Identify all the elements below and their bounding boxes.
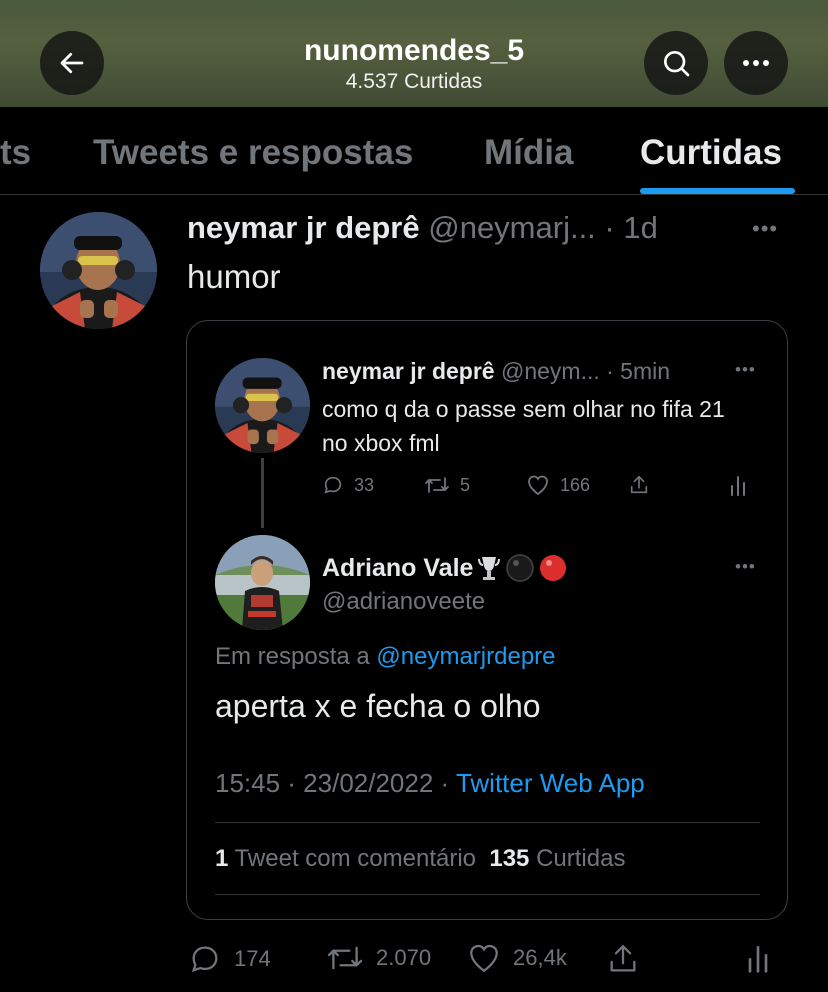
quoted-handle-time: @neym... · 5min [500, 358, 671, 384]
analytics-button[interactable] [746, 942, 770, 974]
divider [215, 894, 760, 895]
likes-stat-count[interactable]: 135 [489, 845, 529, 872]
reply-count: 33 [354, 474, 375, 495]
thread-line [261, 458, 264, 528]
reply-handle[interactable]: @adrianoveete [322, 588, 485, 616]
reply-author-name: Adriano Vale [322, 553, 474, 582]
reply-text: aperta x e fecha o olho [215, 688, 541, 724]
tab-media[interactable]: Mídia [484, 133, 573, 173]
quote-tweet-count[interactable]: 1 [215, 845, 228, 872]
retweet-icon [425, 477, 449, 493]
profile-header: nunomendes_5 4.537 Curtidas [0, 0, 828, 107]
heart-icon [528, 475, 548, 496]
reply-avatar[interactable] [215, 535, 310, 630]
quoted-analytics-button[interactable] [729, 474, 747, 496]
analytics-icon [748, 946, 768, 973]
trophy-icon [478, 557, 501, 580]
timestamp: 15:45 · 23/02/2022 · [215, 768, 456, 798]
tab-tweets[interactable]: ts [0, 133, 31, 173]
quoted-avatar[interactable] [215, 358, 310, 453]
tweet-meta: 15:45 · 23/02/2022 · Twitter Web App [215, 768, 645, 799]
tweet-more-icon[interactable]: ••• [752, 216, 778, 242]
quoted-retweet-button[interactable]: 5 [424, 474, 470, 496]
quoted-reply-button[interactable]: 33 [322, 474, 374, 496]
active-tab-indicator [640, 188, 795, 194]
quoted-share-button[interactable] [628, 474, 650, 496]
more-options-button[interactable] [724, 31, 788, 95]
retweet-count: 5 [460, 474, 471, 495]
reply-author[interactable]: Adriano Vale [322, 553, 568, 583]
search-button[interactable] [644, 31, 708, 95]
red-circle-icon [540, 555, 567, 581]
reply-button[interactable]: 174 [188, 942, 271, 976]
search-icon [664, 51, 690, 77]
quoted-text: como q da o passe sem olhar no fifa 21 n… [322, 396, 725, 456]
author-handle-time: @neymarj... · 1d [428, 210, 658, 245]
reply-count: 174 [234, 946, 271, 971]
likes-stat-label: Curtidas [529, 845, 626, 872]
quoted-author[interactable]: neymar jr deprê @neym... · 5min [322, 358, 670, 385]
like-count: 26,4k [513, 945, 567, 970]
source-app-link[interactable]: Twitter Web App [456, 768, 645, 798]
avatar[interactable] [40, 212, 157, 329]
mention-link[interactable]: @neymarjrdepre [376, 643, 555, 670]
quoted-author-name: neymar jr deprê [322, 358, 495, 384]
quote-tweet-label: Tweet com comentário [228, 845, 490, 872]
tweet-author[interactable]: neymar jr deprê @neymarj... · 1d [187, 210, 658, 246]
like-count: 166 [560, 474, 591, 495]
author-name: neymar jr deprê [187, 210, 420, 245]
reply-context: Em resposta a @neymarjrdepre [215, 643, 556, 671]
share-icon [630, 475, 648, 494]
reply-icon [191, 946, 218, 973]
quoted-more-icon[interactable]: ••• [735, 360, 756, 380]
more-icon [743, 60, 769, 66]
tweet-stats: 1 Tweet com comentário 135 Curtidas [215, 845, 625, 873]
reply-prefix: Em resposta a [215, 643, 370, 670]
heart-icon [470, 944, 498, 973]
retweet-count: 2.070 [376, 945, 432, 970]
share-icon [610, 945, 636, 972]
reply-more-icon[interactable]: ••• [735, 557, 756, 577]
tab-likes[interactable]: Curtidas [640, 133, 782, 173]
black-circle-icon [506, 554, 535, 582]
divider [215, 822, 760, 823]
like-button[interactable]: 26,4k [467, 942, 567, 974]
reply-icon [324, 476, 342, 494]
retweet-button[interactable]: 2.070 [326, 942, 431, 974]
analytics-icon [731, 476, 745, 496]
share-button[interactable] [606, 942, 640, 976]
tweet-text: humor [187, 258, 281, 295]
profile-tabs: ts Tweets e respostas Mídia Curtidas [0, 107, 828, 195]
quoted-like-button[interactable]: 166 [526, 474, 590, 496]
retweet-icon [327, 946, 363, 970]
tab-tweets-replies[interactable]: Tweets e respostas [93, 133, 413, 173]
